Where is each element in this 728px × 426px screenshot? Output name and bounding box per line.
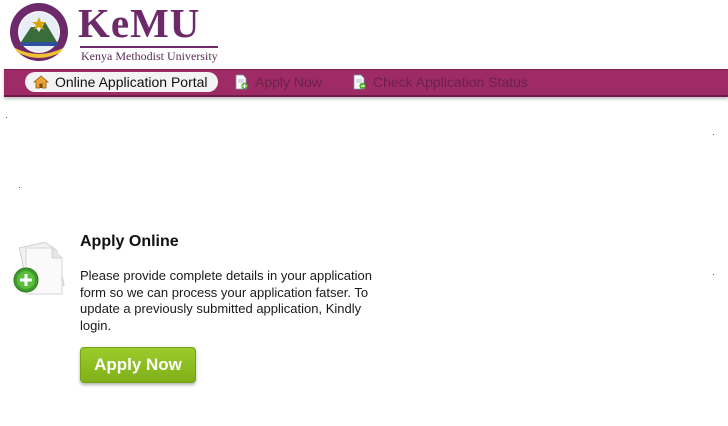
stray-pixel	[19, 187, 20, 188]
logo-divider	[80, 46, 218, 48]
section-description: Please provide complete details in your …	[80, 268, 372, 333]
university-seal-icon	[10, 3, 68, 61]
logo-subtitle: Kenya Methodist University	[81, 49, 218, 63]
new-document-icon	[13, 241, 65, 295]
nav-item-online-application-portal[interactable]: Online Application Portal	[25, 72, 218, 92]
nav-item-label: Check Application Status	[373, 74, 528, 90]
apply-now-button[interactable]: Apply Now	[80, 347, 196, 383]
nav-item-check-application-status[interactable]: Check Application Status	[351, 72, 528, 92]
stray-pixel	[713, 134, 714, 135]
home-icon	[33, 75, 49, 89]
site-header: KeMU Kenya Methodist University	[0, 0, 728, 70]
logo-text: KeMU	[78, 0, 201, 46]
document-check-icon	[353, 74, 366, 90]
main-navbar: Online Application Portal Apply Now Chec…	[4, 69, 728, 97]
nav-item-apply-now[interactable]: Apply Now	[233, 72, 322, 92]
document-add-icon	[235, 74, 248, 90]
stray-pixel	[713, 274, 714, 275]
stray-pixel	[6, 117, 7, 118]
section-title: Apply Online	[80, 233, 179, 250]
nav-item-label: Online Application Portal	[55, 74, 208, 90]
nav-item-label: Apply Now	[255, 74, 322, 90]
